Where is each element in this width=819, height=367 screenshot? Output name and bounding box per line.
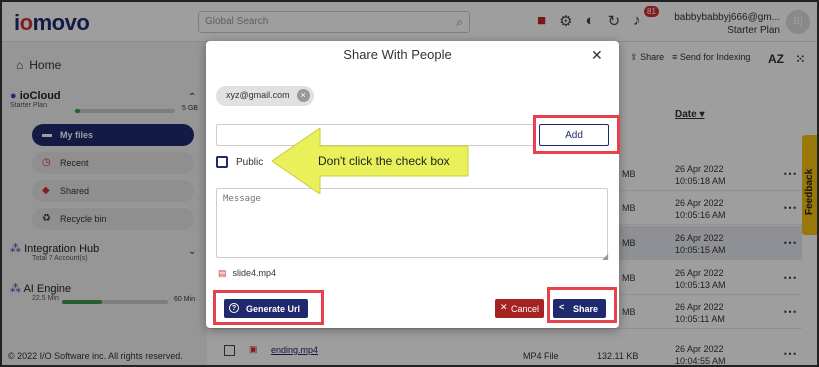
highlight-share [547,287,617,323]
dialog-title: Share With People [343,47,452,62]
message-field[interactable] [216,188,608,258]
public-label: Public [236,156,264,168]
screenshot-frame: iomovo Global Search ⌕ ■ ⚙ ◐ ↻ ♪ 81 babb… [0,0,819,367]
resize-handle-icon[interactable]: ◢ [602,252,608,261]
remove-chip-icon[interactable]: × [296,89,310,102]
highlight-add [533,115,620,154]
highlight-generate-url [213,290,324,325]
public-checkbox[interactable] [216,156,228,168]
attached-file: ▤ slide4.mp4 [218,268,277,278]
recipient-chip: xyz@gmail.com × [216,86,314,106]
file-icon: ▤ [218,268,227,278]
annotation-text: Don't click the check box [318,154,450,168]
public-option: Public [216,156,263,168]
cancel-button[interactable]: ✕ Cancel [495,299,545,318]
close-icon: ✕ [500,302,508,312]
close-icon[interactable]: ✕ [591,47,603,64]
